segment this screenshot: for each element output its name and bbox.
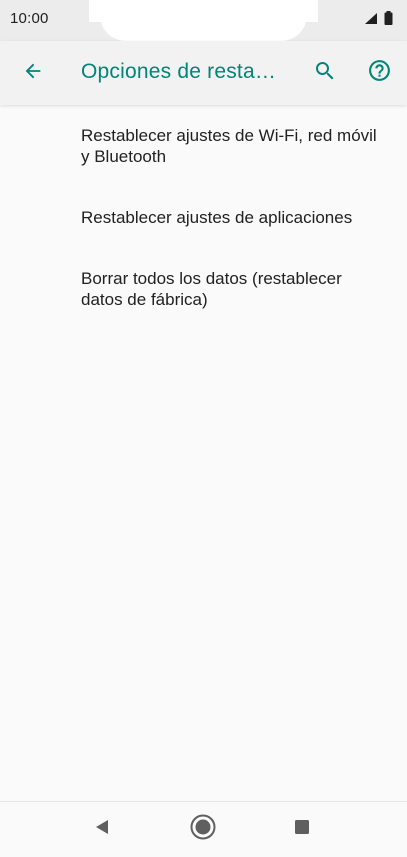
- list-item-reset-app-prefs[interactable]: Restablecer ajustes de aplicaciones: [0, 207, 407, 228]
- page-title: Opciones de resta…: [81, 60, 277, 83]
- back-button[interactable]: [14, 54, 52, 92]
- battery-icon: [384, 11, 393, 30]
- status-icons: [364, 11, 393, 30]
- list-item-label: Restablecer ajustes de Wi-Fi, red móvil …: [81, 126, 377, 166]
- arrow-back-icon: [22, 60, 44, 87]
- search-icon: [313, 59, 337, 88]
- status-bar: 10:00: [0, 0, 407, 41]
- home-circle-icon: [190, 814, 216, 845]
- nav-back-button[interactable]: [83, 810, 121, 848]
- back-triangle-icon: [94, 819, 110, 840]
- help-circle-icon: [367, 58, 392, 88]
- status-time: 10:00: [10, 10, 49, 27]
- search-button[interactable]: [306, 54, 344, 92]
- help-button[interactable]: [360, 54, 398, 92]
- display-notch: [100, 0, 307, 41]
- list-item-label: Restablecer ajustes de aplicaciones: [81, 208, 353, 227]
- list-item-factory-reset[interactable]: Borrar todos los datos (restablecer dato…: [0, 268, 407, 310]
- system-nav-bar: [0, 801, 407, 857]
- app-bar: Opciones de resta…: [0, 41, 407, 105]
- signal-icon: [364, 12, 378, 30]
- nav-recents-button[interactable]: [283, 810, 321, 848]
- recents-square-icon: [294, 819, 310, 840]
- list-item-label: Borrar todos los datos (restablecer dato…: [81, 269, 342, 309]
- list-item-reset-network[interactable]: Restablecer ajustes de Wi-Fi, red móvil …: [0, 125, 407, 167]
- nav-home-button[interactable]: [184, 810, 222, 848]
